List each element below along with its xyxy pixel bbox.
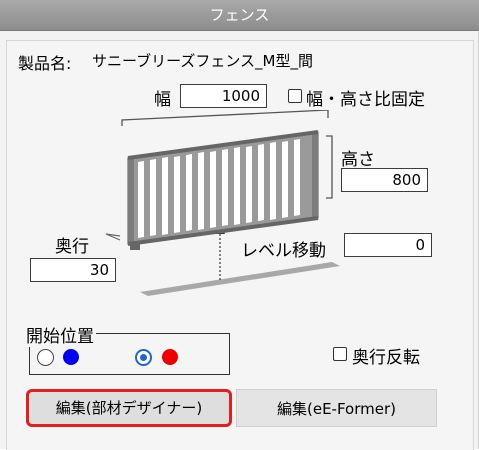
height-dimension-line — [326, 135, 333, 199]
fence-panel: フェンス 製品名: サニーブリーズフェンス_M型_間 幅 1000 幅・高さ比固… — [0, 0, 479, 450]
ground-plane — [140, 262, 340, 296]
height-label: 高さ — [341, 150, 375, 170]
depth-flip-checkbox[interactable] — [333, 347, 347, 361]
level-move-label: レベル移動 — [241, 241, 326, 261]
width-input[interactable]: 1000 — [180, 84, 267, 108]
product-name-label: 製品名: — [18, 54, 72, 73]
product-name-value: サニーブリーズフェンス_M型_間 — [92, 52, 313, 70]
depth-flip-label: 奥行反転 — [352, 348, 420, 368]
level-move-input[interactable]: 0 — [344, 233, 432, 257]
edit-eformer-button[interactable]: 編集(eE-Former) — [236, 389, 437, 427]
ratio-lock-label: 幅・高さ比固定 — [306, 90, 425, 110]
edit-designer-button[interactable]: 編集(部材デザイナー) — [26, 389, 232, 427]
fence-illustration — [105, 110, 340, 296]
depth-label: 奥行 — [55, 237, 89, 257]
width-label: 幅 — [154, 90, 171, 110]
blue-marker-icon — [63, 349, 79, 365]
start-position-radio-right[interactable] — [135, 349, 152, 366]
panel-title: フェンス — [0, 0, 479, 31]
start-position-radio-left[interactable] — [37, 349, 54, 366]
start-position-label: 開始位置 — [24, 322, 96, 347]
ratio-lock-checkbox[interactable] — [288, 89, 302, 103]
fence-body — [127, 130, 319, 250]
width-dimension-line — [121, 110, 329, 126]
depth-arrow — [105, 233, 121, 241]
height-input[interactable]: 800 — [341, 168, 428, 192]
red-marker-icon — [162, 349, 178, 365]
depth-input[interactable]: 30 — [30, 258, 116, 282]
